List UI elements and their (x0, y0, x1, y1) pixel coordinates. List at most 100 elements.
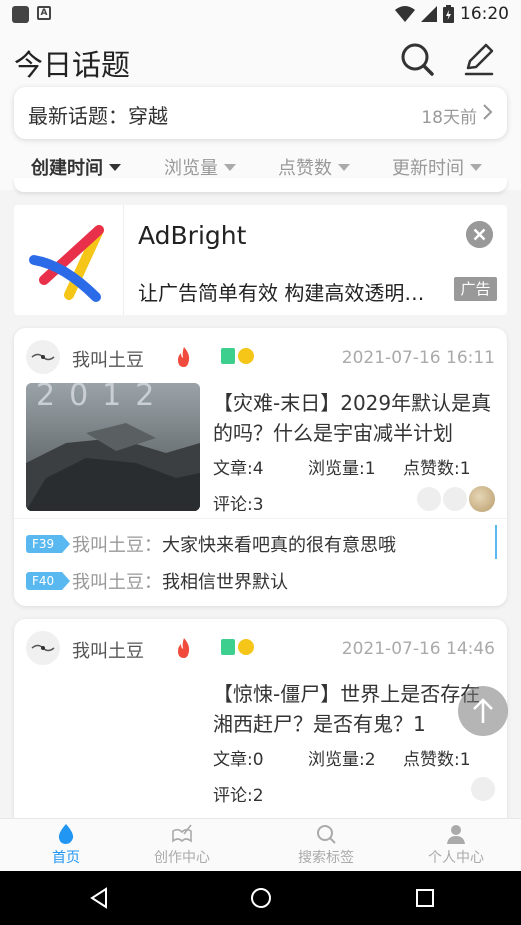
nav-profile[interactable]: 个人中心 (396, 823, 516, 867)
fire-icon (178, 638, 190, 658)
article-count: 文章:0 (213, 750, 264, 770)
page-title: 今日话题 (14, 48, 131, 82)
floor-tag: F39 (26, 535, 70, 553)
a-notification-icon: A (37, 6, 51, 20)
scroll-to-top-button[interactable] (458, 686, 508, 736)
nav-label: 创作中心 (154, 850, 210, 866)
comment-item[interactable]: F40 我叫土豆：我相信世界默认 (26, 568, 288, 594)
sort-label: 创建时间 (31, 158, 103, 179)
ad-name: AdBright (138, 221, 247, 250)
notification-icons: A (12, 6, 51, 23)
latest-topic-label: 最新话题：穿越 (28, 104, 168, 128)
latest-topic-time: 18天前 (421, 108, 477, 128)
divider (14, 518, 507, 519)
author-name[interactable]: 我叫土豆 (72, 346, 144, 372)
medal-icon (238, 639, 254, 655)
level-badges (221, 639, 254, 655)
sort-likes[interactable]: 点赞数 (278, 154, 350, 180)
back-icon[interactable] (88, 887, 110, 909)
author-name[interactable]: 我叫土豆 (72, 637, 144, 663)
sort-label: 更新时间 (392, 158, 464, 179)
view-count: 浏览量:1 (308, 459, 376, 479)
sort-views[interactable]: 浏览量 (164, 154, 236, 180)
nav-label: 搜索标签 (298, 850, 354, 866)
ad-description: 让广告简单有效 构建高效透明… (138, 281, 425, 305)
latest-topic-bar[interactable]: 最新话题：穿越 18天前 (14, 87, 507, 139)
wifi-icon (395, 6, 415, 22)
floor-tag: F40 (26, 572, 70, 590)
level-badge-icon (221, 348, 235, 364)
header: 今日话题 最新话题：穿越 18天前 创建时间 浏览量 点赞数 更新时间 (0, 30, 521, 190)
avatar[interactable] (26, 631, 60, 665)
comment-count: 评论:2 (213, 786, 264, 806)
comment-author: 我叫土豆： (72, 535, 162, 556)
caret-down-icon (470, 163, 482, 171)
sort-updated-time[interactable]: 更新时间 (392, 154, 482, 180)
post-card[interactable]: 我叫土豆 2021-07-16 16:11 2012 【灾难-末日】2029年默… (14, 328, 507, 606)
post-title[interactable]: 【惊悚-僵尸】世界上是否存在湘西赶尸？是否有鬼？1 (213, 679, 498, 739)
ad-logo (14, 205, 124, 315)
caret-down-icon (224, 163, 236, 171)
comment-author: 我叫土豆： (72, 572, 162, 593)
edit-icon[interactable] (460, 40, 498, 78)
ad-badge: 广告 (454, 277, 497, 301)
view-count: 浏览量:2 (308, 750, 376, 770)
like-count: 点赞数:1 (403, 459, 471, 479)
app-notification-icon (12, 6, 29, 23)
battery-icon (443, 5, 454, 23)
book-pen-icon (172, 824, 192, 843)
fire-icon (178, 347, 190, 367)
participant-avatars (417, 486, 495, 512)
caret-down-icon (338, 163, 350, 171)
bottom-nav: 首页 创作中心 搜索标签 个人中心 (0, 818, 521, 871)
post-title[interactable]: 【灾难-末日】2029年默认是真的吗？什么是宇宙减半计划 (213, 388, 498, 448)
participant-avatars (471, 777, 495, 801)
like-count: 点赞数:1 (403, 750, 471, 770)
post-thumbnail[interactable]: 2012 (26, 383, 200, 511)
ad-banner[interactable]: AdBright 让广告简单有效 构建高效透明… 广告 (14, 205, 507, 315)
nav-creation-center[interactable]: 创作中心 (122, 823, 242, 867)
level-badges (221, 348, 254, 364)
system-nav-bar (0, 871, 521, 925)
signal-icon (421, 6, 437, 22)
post-stats: 文章:4 浏览量:1 点赞数:1 (213, 454, 471, 479)
nav-search-tags[interactable]: 搜索标签 (266, 823, 386, 867)
nav-home[interactable]: 首页 (6, 823, 126, 867)
post-date: 2021-07-16 14:46 (341, 639, 495, 659)
avatar (417, 487, 441, 511)
search-icon[interactable] (398, 40, 436, 78)
close-icon[interactable] (466, 221, 493, 248)
post-card[interactable]: 我叫土豆 2021-07-16 14:46 【惊悚-僵尸】世界上是否存在湘西赶尸… (14, 619, 507, 819)
comment-text: 大家快来看吧真的很有意思哦 (162, 535, 396, 556)
avatar (471, 777, 495, 801)
post-stats: 文章:0 浏览量:2 点赞数:1 (213, 745, 471, 770)
post-date: 2021-07-16 16:11 (341, 348, 495, 368)
comment-item[interactable]: F39 我叫土豆：大家快来看吧真的很有意思哦 (26, 531, 396, 557)
svg-text:2012: 2012 (36, 383, 168, 413)
medal-icon (238, 348, 254, 364)
drop-icon (58, 824, 74, 844)
caret-down-icon (109, 163, 121, 171)
home-icon[interactable] (250, 887, 272, 909)
sort-label: 浏览量 (164, 158, 218, 179)
avatar (469, 486, 495, 512)
comment-text: 我相信世界默认 (162, 572, 288, 593)
status-bar: A 16:20 (0, 0, 521, 30)
comment-scroll-indicator (495, 525, 497, 559)
avatar[interactable] (26, 340, 60, 374)
comment-count: 评论:3 (213, 495, 264, 515)
search-icon (317, 825, 336, 844)
arrow-up-icon (473, 698, 493, 723)
chevron-right-icon (483, 104, 493, 120)
previous-card-edge (14, 178, 507, 192)
sort-label: 点赞数 (278, 158, 332, 179)
article-count: 文章:4 (213, 459, 264, 479)
sort-created-time[interactable]: 创建时间 (31, 154, 121, 180)
clock: 16:20 (460, 4, 509, 24)
avatar (443, 487, 467, 511)
level-badge-icon (221, 639, 235, 655)
nav-label: 首页 (52, 850, 80, 866)
recents-icon[interactable] (414, 887, 436, 909)
person-icon (447, 825, 465, 844)
nav-label: 个人中心 (428, 850, 484, 866)
